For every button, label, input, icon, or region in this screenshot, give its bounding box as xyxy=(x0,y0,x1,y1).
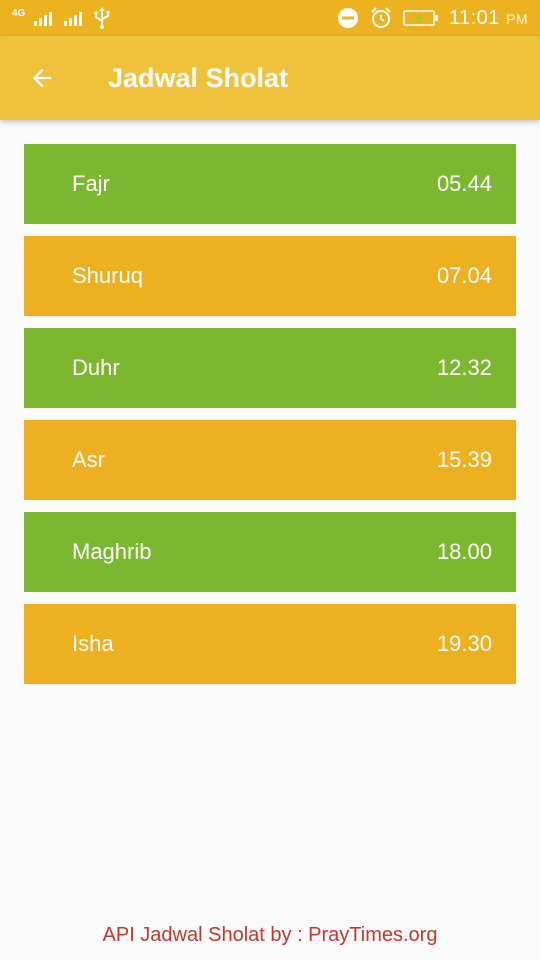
clock-ampm: PM xyxy=(506,10,528,27)
do-not-disturb-icon xyxy=(337,7,359,29)
prayer-time: 12.32 xyxy=(436,355,492,380)
clock-time: 11:01 xyxy=(448,6,500,29)
prayer-row-asr[interactable]: Asr 15.39 xyxy=(24,420,516,500)
status-bar: 4G 11:01 PM xyxy=(0,0,540,36)
prayer-time: 18.00 xyxy=(436,539,492,564)
footer-credit: API Jadwal Sholat by : PrayTimes.org xyxy=(102,924,438,946)
prayer-name: Shuruq xyxy=(72,263,143,288)
alarm-icon xyxy=(369,6,393,30)
network-type-label: 4G xyxy=(12,8,26,19)
prayer-row-duhr[interactable]: Duhr 12.32 xyxy=(24,328,516,408)
prayer-name: Maghrib xyxy=(72,539,152,564)
prayer-list: Fajr 05.44 Shuruq 07.04 Duhr 12.32 Asr 1… xyxy=(24,144,516,696)
signal-icon xyxy=(63,9,85,27)
prayer-row-isha[interactable]: Isha 19.30 xyxy=(24,604,516,684)
status-left-group: 4G xyxy=(12,6,111,30)
signal-icon xyxy=(33,9,55,27)
status-clock: 11:01 PM xyxy=(449,6,528,31)
back-button[interactable] xyxy=(24,60,60,96)
prayer-time: 07.04 xyxy=(436,263,492,288)
prayer-row-fajr[interactable]: Fajr 05.44 xyxy=(24,144,516,224)
network-type: 4G xyxy=(12,9,25,23)
prayer-row-shuruq[interactable]: Shuruq 07.04 xyxy=(24,236,516,316)
prayer-name: Fajr xyxy=(72,171,110,196)
prayer-name: Asr xyxy=(72,447,105,472)
prayer-time: 15.39 xyxy=(436,447,492,472)
usb-icon xyxy=(93,7,111,29)
arrow-back-icon xyxy=(32,68,52,88)
status-right-group: 11:01 PM xyxy=(337,6,528,30)
prayer-time: 05.44 xyxy=(436,171,492,196)
prayer-time: 19.30 xyxy=(436,631,492,656)
battery-charging-icon xyxy=(403,9,439,27)
prayer-name: Isha xyxy=(72,631,114,656)
app-bar: Jadwal Sholat xyxy=(0,36,540,120)
prayer-name: Duhr xyxy=(72,355,120,380)
page-title: Jadwal Sholat xyxy=(108,63,289,93)
prayer-row-maghrib[interactable]: Maghrib 18.00 xyxy=(24,512,516,592)
